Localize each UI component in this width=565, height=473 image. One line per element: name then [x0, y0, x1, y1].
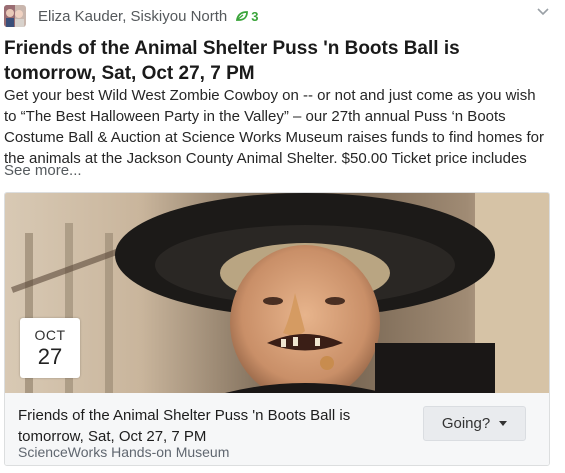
body-line: the animals at the Jackson County Animal… [4, 150, 527, 167]
caret-down-icon [499, 421, 508, 426]
event-card-footer: Friends of the Animal Shelter Puss 'n Bo… [5, 393, 549, 465]
see-more-link[interactable]: See more... [4, 162, 82, 179]
event-title[interactable]: Friends of the Animal Shelter Puss 'n Bo… [18, 405, 378, 447]
event-location[interactable]: ScienceWorks Hands-on Museum [18, 444, 229, 460]
rsvp-going-button[interactable]: Going? [423, 406, 526, 441]
event-month: OCT [34, 327, 66, 343]
event-date-badge: OCT 27 [20, 318, 80, 378]
post-body: Get your best Wild West Zombie Cowboy on… [4, 85, 560, 169]
thanks-count[interactable]: 3 [236, 8, 259, 24]
body-line: Costume Ball & Auction at Science Works … [4, 129, 544, 146]
post-title[interactable]: Friends of the Animal Shelter Puss 'n Bo… [4, 36, 556, 86]
event-day: 27 [37, 344, 63, 369]
chevron-down-icon[interactable] [535, 4, 551, 20]
body-line: Get your best Wild West Zombie Cowboy on… [4, 87, 536, 104]
thanks-number: 3 [251, 8, 259, 24]
body-line: to “The Best Halloween Party in the Vall… [4, 108, 506, 125]
author-name[interactable]: Eliza Kauder, Siskiyou North [38, 8, 227, 25]
rsvp-label: Going? [441, 415, 491, 432]
leaf-icon [236, 11, 249, 21]
event-photo[interactable]: OCT 27 [5, 193, 549, 393]
post-header: Eliza Kauder, Siskiyou North 3 [4, 4, 559, 28]
author-avatar[interactable] [4, 5, 26, 27]
event-card[interactable]: OCT 27 Friends of the Animal Shelter Pus… [4, 192, 550, 466]
